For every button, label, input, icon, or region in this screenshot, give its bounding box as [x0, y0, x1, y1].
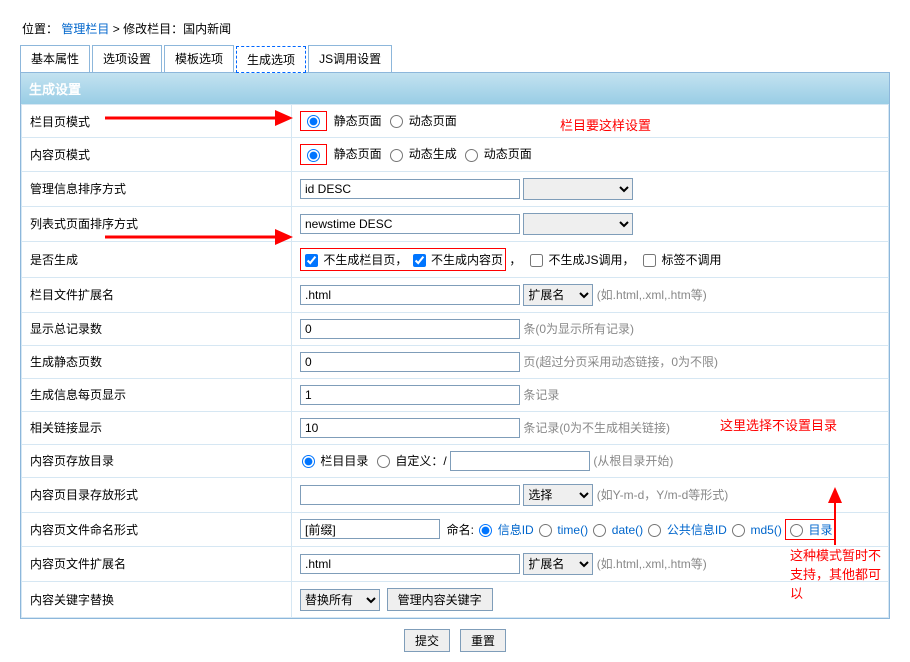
radio-content-dynpage[interactable]	[465, 149, 478, 162]
tab-js[interactable]: JS调用设置	[308, 45, 392, 72]
opt-content-dynpage: 动态页面	[484, 147, 532, 161]
check-no-tag[interactable]	[643, 254, 656, 267]
input-column-ext[interactable]	[300, 285, 520, 305]
select-manage-sort[interactable]	[523, 178, 633, 200]
link-date[interactable]: date()	[612, 523, 643, 537]
hint-related: 条记录(0为不生成相关链接)	[523, 421, 670, 435]
radio-column-dir[interactable]	[302, 455, 315, 468]
label-content-ext: 内容页文件扩展名	[22, 546, 292, 581]
breadcrumb-current: 修改栏目：国内新闻	[123, 22, 231, 36]
select-dir-format[interactable]: 选择	[523, 484, 593, 506]
panel-generate-settings: 生成设置 栏目页模式 静态页面 动态页面 内容页模式	[20, 73, 890, 619]
link-pubinfoid[interactable]: 公共信息ID	[667, 523, 727, 537]
radio-custom-dir[interactable]	[377, 455, 390, 468]
check-no-content-label: 不生成内容页	[431, 253, 503, 267]
tab-basic[interactable]: 基本属性	[20, 45, 90, 72]
input-manage-sort[interactable]	[300, 179, 520, 199]
radio-date[interactable]	[593, 524, 606, 537]
link-md5[interactable]: md5()	[751, 523, 782, 537]
loc-label: 位置：	[22, 22, 58, 36]
label-content-page-mode: 内容页模式	[22, 138, 292, 171]
opt-content-static: 静态页面	[334, 147, 382, 161]
radio-time[interactable]	[539, 524, 552, 537]
label-column-ext: 栏目文件扩展名	[22, 277, 292, 312]
check-no-tag-label: 标签不调用	[661, 253, 721, 267]
radio-infoid[interactable]	[479, 524, 492, 537]
label-filename: 内容页文件命名形式	[22, 512, 292, 546]
hint-dir-format: (如Y-m-d，Y/m-d等形式)	[597, 488, 729, 502]
input-total-records[interactable]	[300, 319, 520, 339]
link-time[interactable]: time()	[557, 523, 588, 537]
check-no-column[interactable]	[305, 254, 318, 267]
manage-keywords-button[interactable]: 管理内容关键字	[387, 588, 493, 611]
label-keyword-replace: 内容关键字替换	[22, 581, 292, 617]
tab-generate[interactable]: 生成选项	[236, 46, 306, 73]
label-column-page-mode: 栏目页模式	[22, 105, 292, 138]
input-content-ext[interactable]	[300, 554, 520, 574]
select-column-ext[interactable]: 扩展名	[523, 284, 593, 306]
hint-per-page: 条记录	[523, 388, 559, 402]
tab-options[interactable]: 选项设置	[92, 45, 162, 72]
hint-static-pages: 页(超过分页采用动态链接，0为不限)	[523, 355, 718, 369]
hint-content-dir: (从根目录开始)	[593, 454, 673, 468]
label-total-records: 显示总记录数	[22, 312, 292, 345]
label-related: 相关链接显示	[22, 411, 292, 444]
check-no-content[interactable]	[413, 254, 426, 267]
breadcrumb-link[interactable]: 管理栏目	[61, 22, 109, 36]
radio-pubinfoid[interactable]	[648, 524, 661, 537]
radio-column-static[interactable]	[307, 115, 320, 128]
link-dir[interactable]: 目录	[809, 523, 833, 537]
sep: ，	[509, 253, 521, 267]
select-content-ext[interactable]: 扩展名	[523, 553, 593, 575]
breadcrumb-sep: >	[113, 22, 123, 36]
label-static-pages: 生成静态页数	[22, 345, 292, 378]
panel-title: 生成设置	[21, 73, 889, 104]
label-dir-format: 内容页目录存放形式	[22, 477, 292, 512]
opt-content-dyngen: 动态生成	[409, 147, 457, 161]
check-no-js[interactable]	[530, 254, 543, 267]
label-manage-sort: 管理信息排序方式	[22, 171, 292, 206]
label-content-dir: 内容页存放目录	[22, 444, 292, 477]
opt-column-dir: 栏目目录	[320, 454, 368, 468]
select-list-sort[interactable]	[523, 213, 633, 235]
opt-custom-dir: 自定义：/	[395, 454, 446, 468]
select-replace[interactable]: 替换所有	[300, 589, 380, 611]
radio-content-dyngen[interactable]	[390, 149, 403, 162]
name-label: 命名:	[447, 523, 474, 537]
opt-static: 静态页面	[334, 114, 382, 128]
label-list-sort: 列表式页面排序方式	[22, 206, 292, 241]
label-per-page: 生成信息每页显示	[22, 378, 292, 411]
input-dir-format[interactable]	[300, 485, 520, 505]
opt-dynamic: 动态页面	[409, 114, 457, 128]
input-related[interactable]	[300, 418, 520, 438]
radio-md5[interactable]	[732, 524, 745, 537]
hint-total-records: 条(0为显示所有记录)	[523, 322, 634, 336]
tab-template[interactable]: 模板选项	[164, 45, 234, 72]
input-per-page[interactable]	[300, 385, 520, 405]
input-custom-dir[interactable]	[450, 451, 590, 471]
link-infoid[interactable]: 信息ID	[498, 523, 534, 537]
radio-content-static[interactable]	[307, 149, 320, 162]
radio-dir[interactable]	[790, 524, 803, 537]
reset-button[interactable]: 重置	[460, 629, 506, 652]
tabs: 基本属性 选项设置 模板选项 生成选项 JS调用设置	[20, 45, 890, 73]
radio-column-dynamic[interactable]	[390, 115, 403, 128]
label-generate: 是否生成	[22, 241, 292, 277]
submit-button[interactable]: 提交	[404, 629, 450, 652]
check-no-column-label: 不生成栏目页，	[323, 253, 407, 267]
input-static-pages[interactable]	[300, 352, 520, 372]
breadcrumb: 位置： 管理栏目 > 修改栏目：国内新闻	[20, 20, 890, 37]
hint-column-ext: (如.html,.xml,.htm等)	[597, 288, 707, 302]
hint-content-ext: (如.html,.xml,.htm等)	[597, 557, 707, 571]
input-list-sort[interactable]	[300, 214, 520, 234]
check-no-js-label: 不生成JS调用，	[548, 253, 634, 267]
input-prefix[interactable]	[300, 519, 440, 539]
